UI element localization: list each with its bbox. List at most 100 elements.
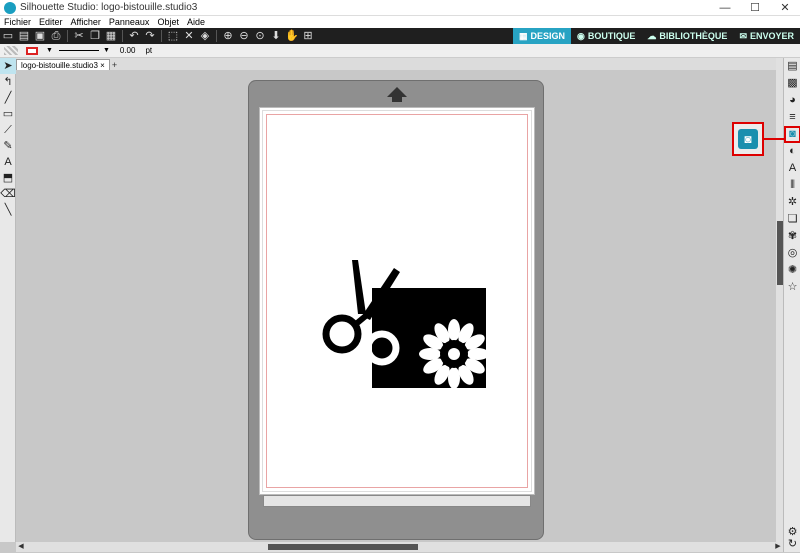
text-icon[interactable]: A bbox=[0, 154, 16, 170]
redo-icon[interactable]: ↷ bbox=[142, 29, 158, 43]
new-icon[interactable]: ▭ bbox=[0, 29, 16, 43]
toolbar-divider bbox=[67, 30, 68, 42]
trace-icon: ◙ bbox=[738, 129, 758, 149]
tab-bibliotheque-label: BIBLIOTHÈQUE bbox=[659, 31, 728, 41]
pen-icon[interactable]: ✎ bbox=[0, 138, 16, 154]
transform-icon[interactable]: ✲ bbox=[784, 194, 800, 211]
modify-icon[interactable]: ✾ bbox=[784, 228, 800, 245]
line-icon[interactable]: ╱ bbox=[0, 90, 16, 106]
trace-panel-callout: ◙ bbox=[732, 122, 764, 156]
store-icon: ◉ bbox=[577, 30, 585, 41]
chevron-down-icon[interactable]: ▼ bbox=[46, 47, 53, 54]
menu-aide[interactable]: Aide bbox=[187, 17, 205, 27]
left-toolbar: ➤ ↰ ╱ ▭ ⟋ ✎ A ⬒ ⌫ ╲ bbox=[0, 58, 16, 542]
group-icon[interactable]: ◈ bbox=[197, 29, 213, 43]
tab-boutique[interactable]: ◉ BOUTIQUE bbox=[571, 28, 641, 44]
toolbar-divider bbox=[122, 30, 123, 42]
design-page[interactable] bbox=[259, 107, 535, 495]
menu-fichier[interactable]: Fichier bbox=[4, 17, 31, 27]
open-icon[interactable]: ▤ bbox=[16, 29, 32, 43]
rectangle-icon[interactable]: ▭ bbox=[0, 106, 16, 122]
window-title: Silhouette Studio: logo-bistouille.studi… bbox=[20, 2, 198, 13]
eraser-icon[interactable]: ⌫ bbox=[0, 186, 16, 202]
copy-icon[interactable]: ❐ bbox=[87, 29, 103, 43]
scroll-right-icon[interactable]: ▶ bbox=[773, 542, 783, 552]
palette-icon[interactable]: ◕ bbox=[784, 92, 800, 109]
document-tab-label: logo-bistouille.studio3 bbox=[21, 61, 98, 70]
deselect-icon[interactable]: ✕ bbox=[181, 29, 197, 43]
tab-design[interactable]: ▦ DESIGN bbox=[513, 28, 572, 44]
close-button[interactable]: ✕ bbox=[770, 1, 800, 14]
right-panel-bar: ▤ ▩ ◕ ≡ ◙ ◐ A ⫴ ✲ ❏ ✾ ◎ ✺ ☆ ⚙ ↻ bbox=[783, 58, 800, 552]
zoom-out-icon[interactable]: ⊖ bbox=[236, 29, 252, 43]
image-icon[interactable]: ▩ bbox=[784, 75, 800, 92]
mode-tabs: ▦ DESIGN ◉ BOUTIQUE ☁ BIBLIOTHÈQUE ✉ ENVOYER bbox=[513, 28, 800, 44]
polygon-icon[interactable]: ⟋ bbox=[0, 122, 16, 138]
paste-icon[interactable]: ▦ bbox=[103, 29, 119, 43]
line-style-preview[interactable] bbox=[58, 50, 99, 51]
line-width-value[interactable]: 0.00 bbox=[120, 46, 136, 55]
trace-icon[interactable]: ◙ bbox=[784, 126, 800, 143]
chevron-down-icon[interactable]: ▼ bbox=[103, 47, 110, 54]
tab-envoyer-label: ENVOYER bbox=[749, 31, 794, 41]
horizontal-scroll-thumb[interactable] bbox=[268, 544, 418, 550]
add-tab-button[interactable]: + bbox=[112, 60, 117, 70]
toolbar-divider bbox=[216, 30, 217, 42]
knife-icon[interactable]: ╲ bbox=[0, 202, 16, 218]
close-icon[interactable]: × bbox=[100, 61, 105, 70]
zoom-fit-icon[interactable]: ⊙ bbox=[252, 29, 268, 43]
zoom-in-icon[interactable]: ⊕ bbox=[220, 29, 236, 43]
refresh-icon[interactable]: ↻ bbox=[784, 536, 800, 553]
grid-icon: ▦ bbox=[519, 30, 528, 41]
mat-ruler bbox=[263, 495, 531, 507]
document-tab[interactable]: logo-bistouille.studio3 × bbox=[16, 59, 110, 70]
tab-envoyer[interactable]: ✉ ENVOYER bbox=[733, 28, 800, 44]
text-style-icon[interactable]: A bbox=[784, 160, 800, 177]
fill-icon[interactable]: ⬒ bbox=[0, 170, 16, 186]
fill-swatch[interactable] bbox=[4, 46, 18, 55]
menu-panneaux[interactable]: Panneaux bbox=[109, 17, 150, 27]
menu-bar: Fichier Editer Afficher Panneaux Objet A… bbox=[0, 16, 800, 28]
title-bar: Silhouette Studio: logo-bistouille.studi… bbox=[0, 0, 800, 16]
menu-editer[interactable]: Editer bbox=[39, 17, 63, 27]
cutting-mat bbox=[248, 80, 544, 540]
line-width-unit: pt bbox=[145, 46, 153, 55]
print-icon[interactable]: ⎙ bbox=[48, 29, 64, 43]
contrast-icon[interactable]: ◐ bbox=[784, 143, 800, 160]
callout-connector bbox=[764, 138, 784, 140]
offset-icon[interactable]: ◎ bbox=[784, 245, 800, 262]
undo-icon[interactable]: ↶ bbox=[126, 29, 142, 43]
sketch-icon[interactable]: ✺ bbox=[784, 262, 800, 279]
cut-icon[interactable]: ✂ bbox=[71, 29, 87, 43]
tab-boutique-label: BOUTIQUE bbox=[587, 31, 636, 41]
property-bar: ▼ ▼ 0.00 pt bbox=[0, 44, 800, 58]
send-icon: ✉ bbox=[739, 30, 747, 41]
menu-afficher[interactable]: Afficher bbox=[71, 17, 101, 27]
save-icon[interactable]: ▣ bbox=[32, 29, 48, 43]
workspace-canvas[interactable] bbox=[16, 70, 776, 542]
star-icon[interactable]: ☆ bbox=[784, 279, 800, 296]
page-setup-icon[interactable]: ▤ bbox=[784, 58, 800, 75]
logo-artwork[interactable] bbox=[312, 258, 488, 388]
select-icon[interactable]: ⬚ bbox=[165, 29, 181, 43]
pointer-icon[interactable]: ➤ bbox=[0, 58, 16, 74]
move-down-icon[interactable]: ⬇ bbox=[268, 29, 284, 43]
align-icon[interactable]: ⫴ bbox=[784, 177, 800, 194]
fit-page-icon[interactable]: ⊞ bbox=[300, 29, 316, 43]
pan-icon[interactable]: ✋ bbox=[284, 29, 300, 43]
horizontal-scrollbar[interactable]: ◀ ▶ bbox=[16, 542, 783, 552]
minimize-button[interactable]: — bbox=[710, 2, 740, 14]
scroll-left-icon[interactable]: ◀ bbox=[16, 542, 26, 552]
app-logo-icon bbox=[4, 1, 16, 14]
line-color-swatch[interactable] bbox=[26, 46, 38, 55]
toolbar-divider bbox=[161, 30, 162, 42]
feed-arrow-stem bbox=[392, 96, 402, 102]
document-tab-bar: logo-bistouille.studio3 × + bbox=[16, 58, 776, 70]
line-style-icon[interactable]: ≡ bbox=[784, 109, 800, 126]
maximize-button[interactable]: ☐ bbox=[740, 1, 770, 14]
menu-objet[interactable]: Objet bbox=[157, 17, 179, 27]
tab-bibliotheque[interactable]: ☁ BIBLIOTHÈQUE bbox=[641, 28, 733, 44]
edit-points-icon[interactable]: ↰ bbox=[0, 74, 16, 90]
tab-design-label: DESIGN bbox=[530, 31, 566, 41]
replicate-icon[interactable]: ❏ bbox=[784, 211, 800, 228]
